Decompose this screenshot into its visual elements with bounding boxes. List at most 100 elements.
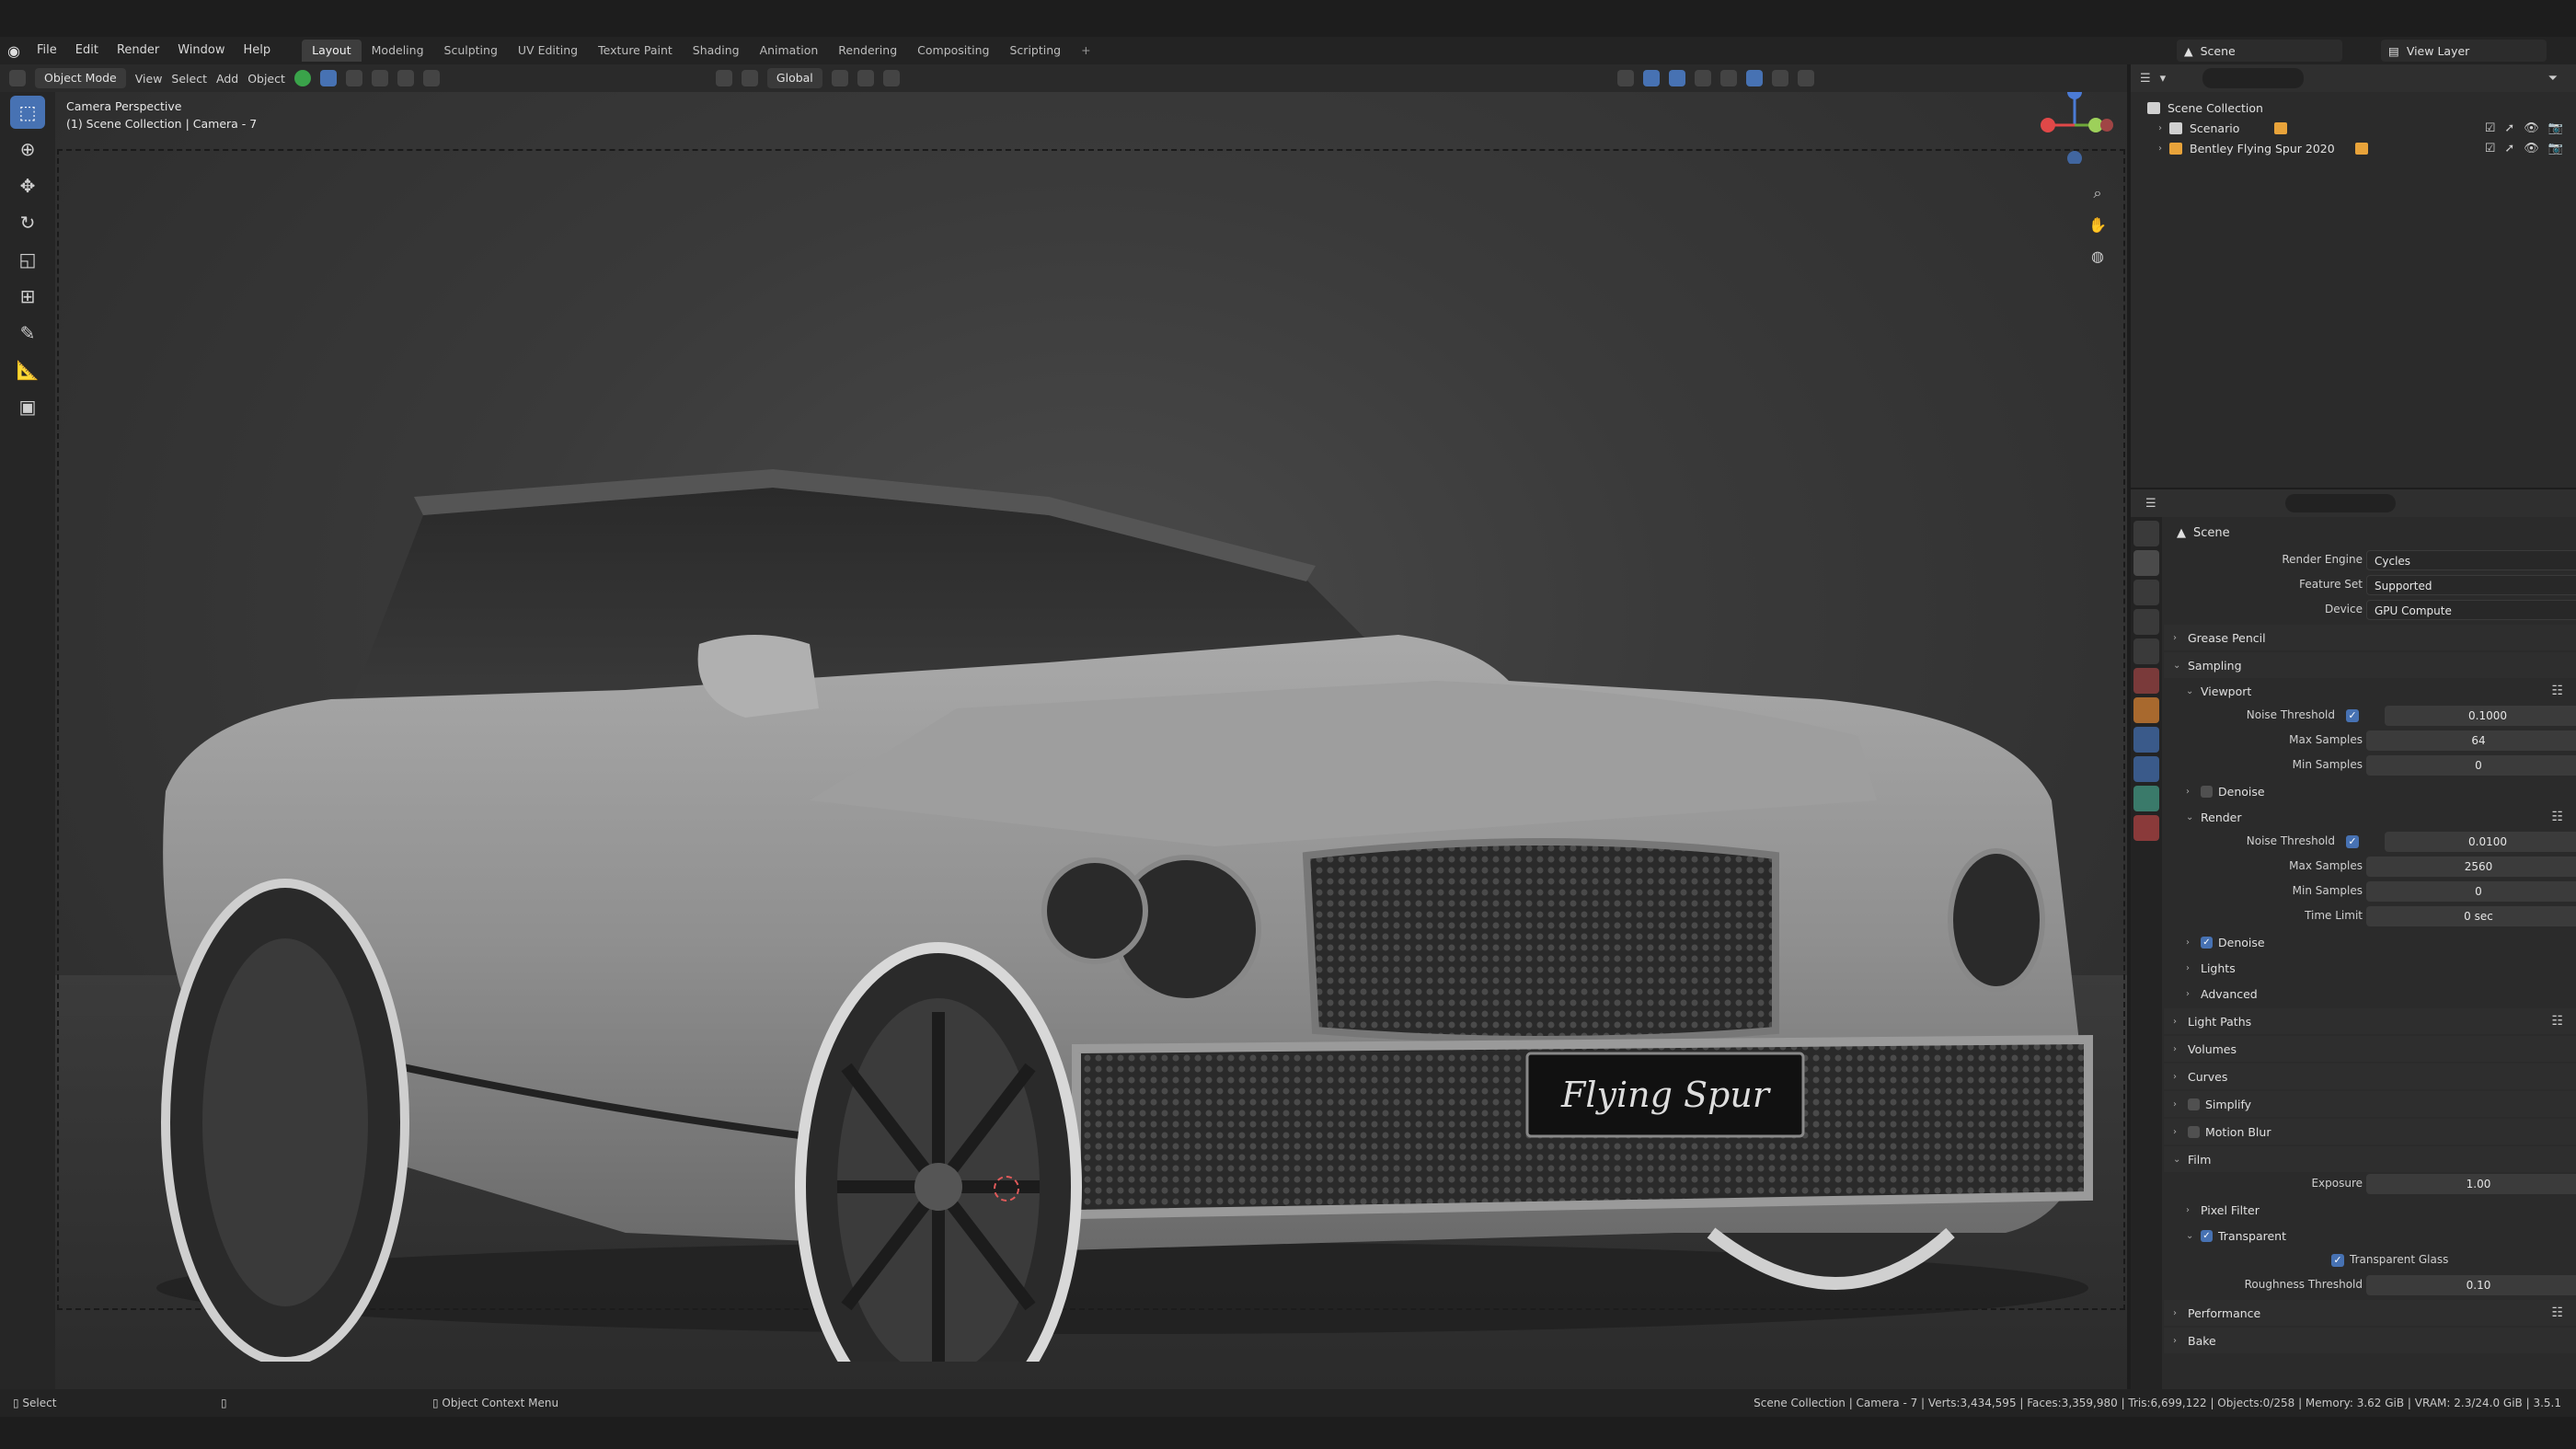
menu-render[interactable]: Render (108, 37, 168, 64)
noise-threshold-checkbox[interactable]: ✓ (2346, 835, 2359, 848)
subsection-lights[interactable]: › Lights (2164, 955, 2576, 981)
section-grease-pencil[interactable]: › Grease Pencil (2164, 625, 2576, 650)
feature-set-dropdown[interactable]: Supported (2366, 572, 2576, 595)
measure-tool-icon[interactable]: 📐 (10, 353, 45, 386)
render-engine-dropdown[interactable]: Cycles (2366, 547, 2576, 570)
section-film[interactable]: ⌄ Film (2164, 1146, 2576, 1172)
section-motion-blur[interactable]: › Motion Blur (2164, 1119, 2576, 1144)
tab-texture-paint[interactable]: Texture Paint (588, 40, 683, 62)
viewport-min-samples-field[interactable]: 0 (2366, 755, 2576, 776)
render-min-samples-field[interactable]: 0 (2366, 881, 2576, 902)
properties-search-input[interactable] (2284, 494, 2396, 512)
3d-viewport[interactable]: Camera Perspective (1) Scene Collection … (55, 92, 2127, 1389)
tab-layout[interactable]: Layout (302, 40, 362, 62)
device-dropdown[interactable]: GPU Compute (2366, 597, 2576, 620)
xray-icon[interactable] (1694, 70, 1711, 86)
menu-file[interactable]: File (28, 37, 66, 64)
select-invert-icon[interactable] (397, 70, 414, 86)
select-arrow-icon[interactable]: ➚ (2504, 142, 2514, 155)
expand-arrow-icon[interactable]: › (2158, 123, 2162, 133)
outliner-row-scene-collection[interactable]: Scene Collection (2131, 98, 2576, 118)
subsection-render[interactable]: ⌄ Render ☷ (2164, 804, 2576, 830)
subsection-viewport-denoise[interactable]: › Denoise (2164, 778, 2576, 804)
output-tab-icon[interactable] (2133, 580, 2159, 605)
add-cube-tool-icon[interactable]: ▣ (10, 390, 45, 423)
constraints-tab-icon[interactable] (2133, 786, 2159, 811)
section-curves[interactable]: › Curves (2164, 1064, 2576, 1089)
zoom-icon[interactable]: ⌕ (2085, 180, 2110, 206)
render-camera-icon[interactable]: 📷 (2548, 142, 2563, 155)
menu-select[interactable]: Select (171, 72, 207, 86)
mode-dropdown[interactable]: Object Mode (35, 68, 126, 88)
tab-sculpting[interactable]: Sculpting (434, 40, 508, 62)
move-tool-icon[interactable]: ✥ (10, 169, 45, 202)
menu-edit[interactable]: Edit (66, 37, 108, 64)
render-noise-threshold-field[interactable]: 0.0100 (2385, 832, 2576, 852)
subsection-viewport[interactable]: ⌄ Viewport ☷ (2164, 678, 2576, 704)
blender-logo-icon[interactable]: ◉ (0, 37, 28, 64)
wireframe-shading-icon[interactable] (1719, 70, 1737, 86)
modifier-tab-icon[interactable] (2133, 727, 2159, 753)
menu-help[interactable]: Help (235, 37, 281, 64)
subsection-render-denoise[interactable]: › ✓ Denoise (2164, 929, 2576, 955)
select-arrow-icon[interactable]: ➚ (2504, 121, 2514, 135)
display-mode-icon[interactable]: ▾ (2160, 72, 2167, 86)
list-icon[interactable]: ☷ (2551, 810, 2563, 824)
section-simplify[interactable]: › Simplify (2164, 1091, 2576, 1117)
render-tab-icon[interactable] (2133, 550, 2159, 576)
section-bake[interactable]: › Bake (2164, 1328, 2576, 1353)
tool-tab-icon[interactable] (2133, 521, 2159, 546)
search-icon[interactable] (422, 70, 440, 86)
tab-scripting[interactable]: Scripting (1000, 40, 1072, 62)
eye-icon[interactable]: 👁 (2524, 121, 2539, 135)
subsection-pixel-filter[interactable]: › Pixel Filter (2164, 1197, 2576, 1223)
list-icon[interactable]: ☷ (2551, 1014, 2563, 1029)
texture-tab-icon[interactable] (2133, 815, 2159, 841)
section-performance[interactable]: › Performance ☷ (2164, 1300, 2576, 1326)
filter-icon[interactable] (741, 70, 758, 86)
transparent-checkbox[interactable]: ✓ (2201, 1229, 2213, 1242)
subsection-advanced[interactable]: › Advanced (2164, 981, 2576, 1006)
select-subtract-icon[interactable] (371, 70, 388, 86)
annotate-tool-icon[interactable]: ✎ (10, 316, 45, 350)
object-type-icon[interactable] (293, 70, 311, 86)
select-box-tool-icon[interactable]: ⬚ (10, 96, 45, 129)
physics-tab-icon[interactable] (2133, 756, 2159, 782)
render-camera-icon[interactable]: 📷 (2548, 121, 2563, 135)
snap-icon[interactable] (831, 70, 848, 86)
menu-object[interactable]: Object (247, 72, 285, 86)
outliner-row-scenario[interactable]: › Scenario ☑ ➚ 👁 📷 (2131, 118, 2576, 138)
menu-view[interactable]: View (135, 72, 163, 86)
simplify-checkbox[interactable] (2188, 1098, 2200, 1110)
car-model[interactable]: Flying Spur (110, 368, 2098, 1362)
menu-window[interactable]: Window (168, 37, 234, 64)
viewport-max-samples-field[interactable]: 64 (2366, 730, 2576, 751)
tab-uv-editing[interactable]: UV Editing (508, 40, 588, 62)
overlay-icon[interactable] (1668, 70, 1685, 86)
exclude-checkbox-icon[interactable]: ☑ (2485, 121, 2496, 135)
pan-hand-icon[interactable]: ✋ (2085, 212, 2110, 237)
roughness-threshold-field[interactable]: 0.10 (2366, 1275, 2576, 1295)
exclude-checkbox-icon[interactable]: ☑ (2485, 142, 2496, 155)
transparent-glass-checkbox[interactable]: ✓ (2331, 1254, 2344, 1267)
menu-add[interactable]: Add (216, 72, 238, 86)
exposure-field[interactable]: 1.00 (2366, 1174, 2576, 1194)
scale-tool-icon[interactable]: ◱ (10, 243, 45, 276)
select-mode-icon[interactable] (319, 70, 337, 86)
solid-shading-icon[interactable] (1745, 70, 1763, 86)
tab-animation[interactable]: Animation (750, 40, 829, 62)
tab-shading[interactable]: Shading (683, 40, 750, 62)
navigation-gizmo[interactable] (2033, 92, 2116, 164)
section-sampling[interactable]: ⌄ Sampling (2164, 652, 2576, 678)
viewport-noise-threshold-field[interactable]: 0.1000 (2385, 706, 2576, 726)
outliner-search-input[interactable] (2202, 68, 2305, 88)
gizmo-icon[interactable] (1642, 70, 1660, 86)
subsection-transparent[interactable]: ⌄ ✓ Transparent (2164, 1223, 2576, 1248)
view-layer-tab-icon[interactable] (2133, 609, 2159, 635)
denoise-checkbox[interactable]: ✓ (2201, 936, 2213, 949)
motion-blur-checkbox[interactable] (2188, 1125, 2200, 1138)
object-tab-icon[interactable] (2133, 697, 2159, 723)
view-layer-selector[interactable]: ▤ View Layer (2381, 40, 2547, 62)
list-icon[interactable]: ☷ (2551, 1305, 2563, 1320)
rotate-tool-icon[interactable]: ↻ (10, 206, 45, 239)
